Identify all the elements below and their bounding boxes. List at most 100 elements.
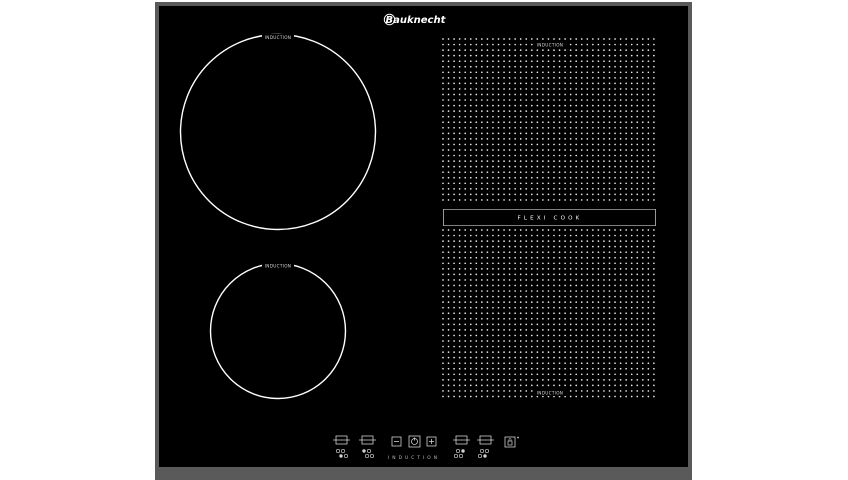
flexi-dot [469, 329, 472, 331]
flexi-dot [508, 251, 511, 254]
flexi-dot [481, 121, 483, 124]
flexi-dot [530, 132, 533, 135]
flexi-dot [641, 284, 644, 287]
flexi-dot [619, 193, 622, 196]
flexi-dot [558, 60, 561, 63]
flexi-dot [492, 65, 494, 68]
flexi-dot [519, 351, 522, 353]
flexi-dot [442, 71, 444, 74]
flexi-dot [558, 306, 561, 309]
flexi-dot [542, 284, 544, 287]
flexi-dot [619, 251, 622, 254]
flexi-dot [653, 60, 655, 63]
flexi-dot [569, 193, 572, 196]
flexi-dot [508, 234, 511, 237]
flexi-dot [475, 290, 478, 292]
flexi-dot [653, 154, 655, 157]
flexi-dot [597, 82, 600, 85]
flexi-dot [447, 126, 450, 129]
flexi-dot [497, 93, 500, 96]
flexi-dot [503, 165, 505, 168]
flexi-dot [625, 193, 628, 196]
flexi-dot [553, 268, 555, 270]
flexi-dot [625, 373, 628, 376]
flexi-dot [458, 312, 461, 315]
flexi-dot [614, 149, 616, 151]
flexi-dot [647, 345, 650, 348]
flexi-dot [536, 373, 539, 376]
flexi-dot [486, 268, 489, 270]
flexi-dot [647, 193, 650, 196]
flexi-dot [530, 345, 533, 348]
flexi-dot [508, 379, 511, 381]
flexi-dot [475, 171, 478, 174]
flexi-dot [558, 295, 561, 298]
flexi-dot [619, 240, 622, 242]
flexi-dot [619, 54, 622, 57]
flexi-dot [597, 273, 600, 276]
flexi-dot [547, 60, 550, 63]
flexi-dot [508, 240, 511, 242]
flexi-dot [564, 188, 566, 190]
flexi-dot [547, 126, 550, 129]
flexi-dot [453, 71, 455, 74]
flexi-dot [603, 290, 605, 292]
flexi-dot [653, 312, 655, 315]
flexi-dot [603, 77, 605, 79]
flexi-dot [492, 234, 494, 237]
flexi-dot [614, 262, 616, 265]
flexi-dot [469, 301, 472, 303]
flexi-dot [542, 256, 544, 259]
flexi-dot [447, 88, 450, 90]
flexi-dot [547, 262, 550, 265]
flexi-dot [619, 188, 622, 190]
flexi-dot [569, 160, 572, 162]
flexi-dot [442, 188, 444, 190]
flexi-dot [569, 171, 572, 174]
flexi-dot [475, 188, 478, 190]
flexi-dot [569, 121, 572, 124]
flexi-dot [553, 110, 555, 112]
flexi-dot [580, 160, 583, 162]
flexi-dot [641, 154, 644, 157]
flexi-dot [614, 329, 616, 331]
flexi-dot [469, 279, 472, 281]
flexi-dot [469, 362, 472, 365]
flexi-dot [458, 43, 461, 46]
flexi-dot [608, 284, 611, 287]
flexi-dot [514, 149, 517, 151]
flexi-dot [542, 38, 544, 40]
flexi-dot [486, 110, 489, 112]
flexi-dot [481, 38, 483, 40]
flexi-dot [497, 132, 500, 135]
flexi-dot [586, 351, 589, 353]
flexi-dot [641, 245, 644, 248]
flexi-dot [525, 329, 528, 331]
flexi-dot [580, 317, 583, 320]
flexi-dot [630, 126, 633, 129]
flexi-dot [530, 126, 533, 129]
flexi-dot [503, 379, 505, 381]
flexi-dot [636, 71, 639, 74]
flexi-dot [558, 188, 561, 190]
flexi-dot [608, 367, 611, 370]
flexi-dot [569, 334, 572, 337]
flexi-dot [553, 176, 555, 179]
flexi-dot [442, 54, 444, 57]
flexi-dot [608, 182, 611, 185]
flexi-dot [564, 262, 566, 265]
flexi-dot [603, 99, 605, 101]
flexi-dot [442, 115, 444, 118]
flexi-dot [447, 38, 450, 40]
flexi-dot [636, 334, 639, 337]
flexi-dot [558, 49, 561, 51]
flexi-dot [530, 356, 533, 359]
flexi-dot [508, 149, 511, 151]
flexi-dot [603, 126, 605, 129]
flexi-dot [547, 290, 550, 292]
flexi-dot [492, 77, 494, 79]
flexi-dot [447, 60, 450, 63]
flexi-dot [525, 160, 528, 162]
flexi-dot [586, 143, 589, 146]
flexi-dot [536, 126, 539, 129]
